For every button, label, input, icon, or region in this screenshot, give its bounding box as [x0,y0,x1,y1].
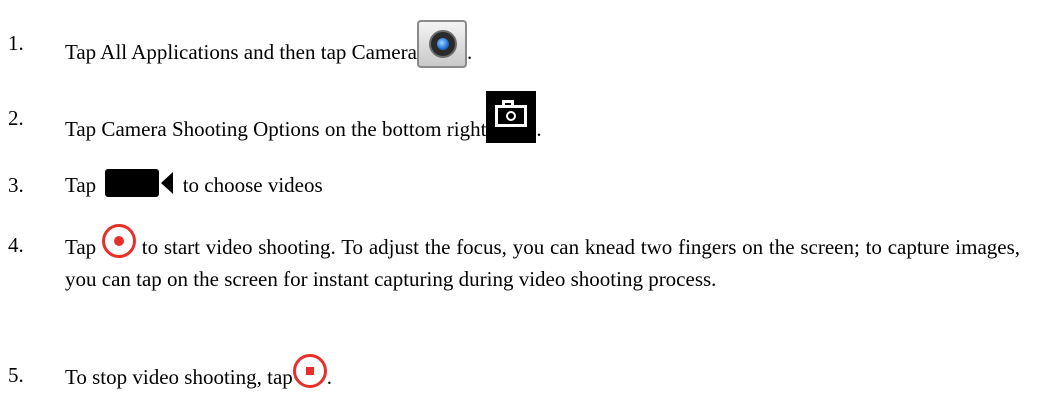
step-text-after: to start video shooting. To adjust the f… [65,234,1021,291]
step-text-before: Tap All Applications and then tap Camera [65,39,417,64]
step-text: Tap Camera Shooting Options on the botto… [65,91,1020,157]
step-number: 2. [8,106,24,130]
step-number: 1. [8,31,24,55]
step-text: Tap to choose videos [65,169,1020,202]
step-text-before: To stop video shooting, tap [65,364,293,389]
step-text-after: . [326,364,333,389]
step-number: 5. [8,363,24,387]
record-icon [101,224,136,258]
step-text-after: . [536,116,542,141]
step-text-before: Tap [65,234,97,259]
step-text-after: . [466,39,473,64]
video-camera-icon [101,168,177,198]
camera-shooting-options-icon [486,91,537,143]
stop-record-icon [292,354,327,388]
step-text: To stop video shooting, tap. [65,354,1020,396]
step-text-after: to choose videos [182,173,323,197]
step-text: Tap to start video shooting. To adjust t… [65,224,1021,292]
step-text: Tap All Applications and then tap Camera… [65,20,1020,78]
step-text-before: Tap [65,173,97,197]
camera-app-icon [416,20,467,68]
step-number: 3. [8,173,24,197]
step-text-before: Tap Camera Shooting Options on the botto… [65,116,487,141]
step-number: 4. [8,233,24,257]
